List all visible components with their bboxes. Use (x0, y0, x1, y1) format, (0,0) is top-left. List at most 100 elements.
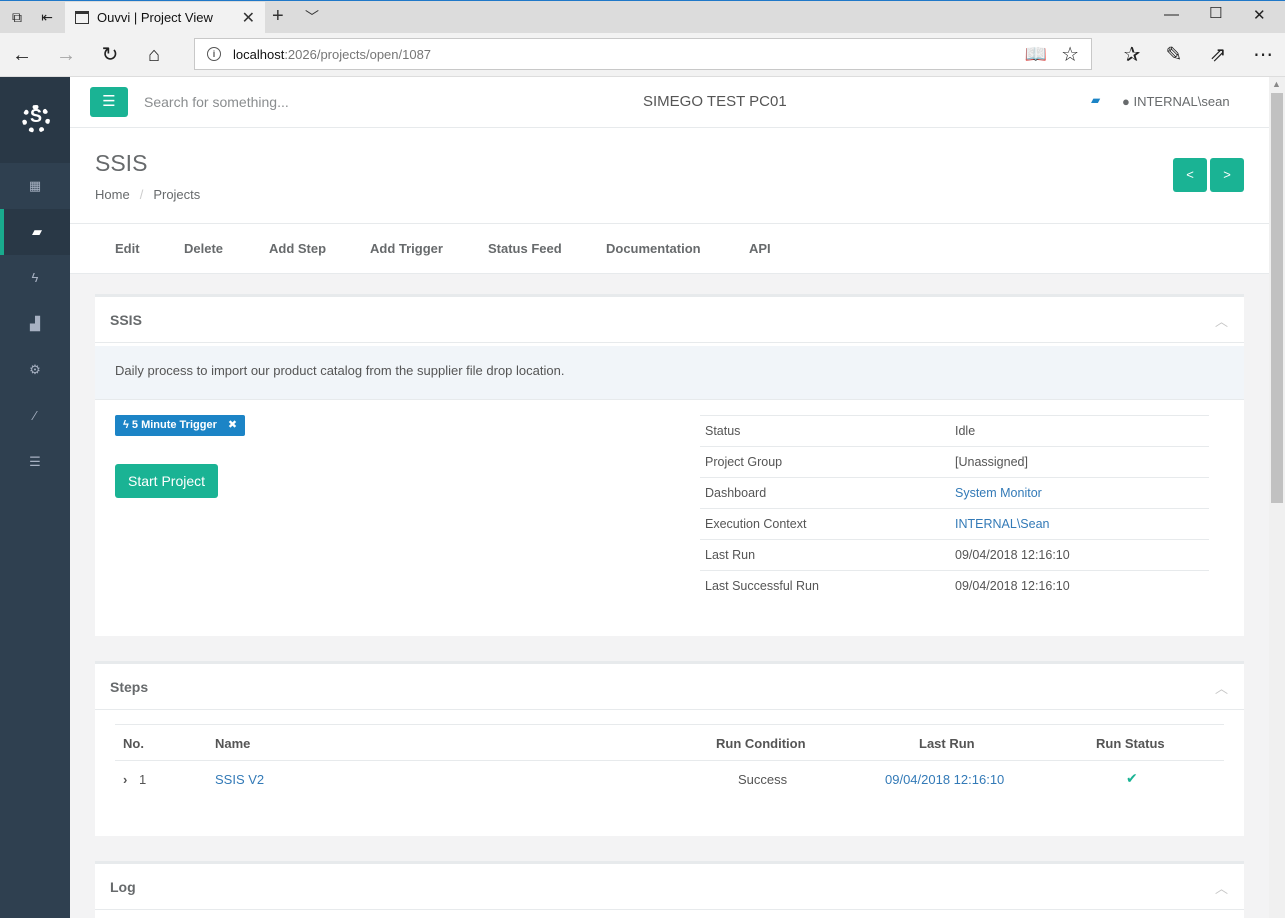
scroll-up-icon[interactable]: ▲ (1272, 79, 1281, 89)
property-row: Last Run 09/04/2018 12:16:10 (700, 540, 1209, 571)
user-menu[interactable]: ● INTERNAL\sean (1122, 94, 1230, 109)
sidebar-item-list[interactable]: ☰ (0, 439, 70, 485)
next-project-button[interactable]: > (1210, 158, 1244, 192)
collapse-chevron-up-icon[interactable]: ︿ (1215, 678, 1228, 697)
sidebar-item-settings[interactable]: ⚙ (0, 347, 70, 393)
bolt-icon: ϟ (123, 419, 129, 431)
bolt-icon: ϟ (31, 270, 39, 285)
sidebar-item-reports[interactable]: ▟ (0, 301, 70, 347)
start-project-button[interactable]: Start Project (115, 464, 219, 498)
forward-icon[interactable]: → (52, 41, 80, 69)
tab-manager-icon[interactable]: ⧉ (8, 8, 26, 26)
scrollbar-thumb[interactable] (1271, 93, 1283, 503)
documentation-book-icon[interactable]: ▰ (1091, 93, 1100, 107)
steps-panel: Steps ︿ No. Name Run Condition Last Run … (95, 661, 1244, 836)
sidebar-item-triggers[interactable]: ϟ (0, 255, 70, 301)
favorite-star-icon[interactable]: ☆ (1061, 42, 1079, 67)
search-input[interactable] (144, 91, 444, 113)
browser-nav-bar: ← → ↻ ⌂ i localhost:2026/projects/open/1… (0, 33, 1285, 77)
project-panel-header: SSIS ︿ (95, 297, 1244, 343)
grid-icon: ▦ (28, 178, 42, 193)
remove-trigger-icon[interactable]: ✖ (228, 419, 237, 431)
main-content: SSIS ︿ Daily process to import our produ… (70, 274, 1269, 918)
window-close-icon[interactable]: ✕ (1253, 6, 1266, 24)
breadcrumb-home[interactable]: Home (95, 187, 130, 202)
tab-title: Ouvvi | Project View (97, 10, 213, 25)
menu-status-feed[interactable]: Status Feed (488, 241, 562, 256)
tab-preview-chevron-icon[interactable]: ﹀ (305, 7, 319, 27)
project-panel: SSIS ︿ Daily process to import our produ… (95, 294, 1244, 636)
execution-context-link[interactable]: INTERNAL\Sean (955, 517, 1049, 531)
menu-api[interactable]: API (749, 241, 771, 256)
breadcrumb: Home / Projects (95, 187, 201, 202)
minimize-icon[interactable]: — (1164, 6, 1179, 23)
log-panel: Log ︿ (95, 861, 1244, 918)
trigger-label: 5 Minute Trigger (131, 419, 217, 431)
table-row[interactable]: › 1 SSIS V2 Success 09/04/2018 12:16:10 … (115, 761, 1224, 797)
home-icon[interactable]: ⌂ (140, 41, 168, 69)
set-tabs-aside-icon[interactable]: ⇤ (38, 8, 56, 26)
dashboard-link[interactable]: System Monitor (955, 486, 1042, 500)
menu-documentation[interactable]: Documentation (606, 241, 701, 256)
reading-view-icon[interactable]: 📖 (1025, 44, 1047, 65)
refresh-icon[interactable]: ↻ (96, 41, 124, 69)
book-icon: ▰ (32, 224, 42, 239)
tab-close-icon[interactable]: ✕ (242, 8, 255, 28)
prev-project-button[interactable]: < (1173, 158, 1207, 192)
property-row: Status Idle (700, 416, 1209, 447)
page-scrollbar[interactable]: ▲ (1269, 77, 1285, 918)
top-header: ☰ SIMEGO TEST PC01 ▰ ● INTERNAL\sean (70, 77, 1269, 128)
bar-chart-icon: ▟ (30, 316, 40, 331)
page-icon (75, 11, 89, 24)
back-icon[interactable]: ← (8, 41, 36, 69)
trigger-badge[interactable]: ϟ 5 Minute Trigger ✖ (115, 415, 246, 436)
collapse-chevron-up-icon[interactable]: ︿ (1215, 878, 1228, 897)
browser-tab[interactable]: Ouvvi | Project View ✕ (65, 2, 265, 34)
hamburger-icon: ☰ (102, 93, 116, 110)
project-menu: Edit Delete Add Step Add Trigger Status … (70, 224, 1269, 274)
project-description: Daily process to import our product cata… (95, 346, 1244, 400)
list-icon: ☰ (29, 454, 41, 469)
menu-add-trigger[interactable]: Add Trigger (370, 241, 443, 256)
sidebar: S ▦ ▰ ϟ ▟ ⚙ ⁄ ☰ (0, 77, 70, 918)
property-row: Execution Context INTERNAL\Sean (700, 509, 1209, 540)
breadcrumb-projects[interactable]: Projects (153, 187, 200, 202)
browser-tab-bar: ⧉ ⇤ Ouvvi | Project View ✕ + ﹀ — ☐ ✕ (0, 0, 1285, 34)
collapse-chevron-up-icon[interactable]: ︿ (1215, 311, 1228, 330)
property-row: Project Group [Unassigned] (700, 447, 1209, 478)
property-row: Dashboard System Monitor (700, 478, 1209, 509)
logo-s-icon: S (29, 106, 42, 126)
gears-icon: ⚙ (29, 362, 41, 377)
favorites-hub-icon[interactable]: ✰ (1118, 41, 1146, 69)
magic-wand-icon: ⁄ (33, 408, 37, 423)
share-icon[interactable]: ⇗ (1204, 41, 1232, 69)
check-icon: ✔ (1126, 770, 1138, 786)
menu-toggle-button[interactable]: ☰ (90, 87, 128, 117)
web-note-icon[interactable]: ✎ (1160, 41, 1188, 69)
step-name-link[interactable]: SSIS V2 (215, 772, 264, 787)
steps-panel-header: Steps ︿ (95, 664, 1244, 710)
expand-chevron-icon[interactable]: › (123, 772, 127, 787)
property-row: Last Successful Run 09/04/2018 12:16:10 (705, 579, 1070, 593)
menu-delete[interactable]: Delete (184, 241, 223, 256)
table-header: No. Name Run Condition Last Run Run Stat… (115, 725, 1224, 761)
menu-edit[interactable]: Edit (115, 241, 140, 256)
project-panel-title: SSIS (110, 312, 142, 328)
url-text[interactable]: localhost:2026/projects/open/1087 (233, 47, 431, 62)
logo[interactable]: S (0, 77, 70, 163)
address-bar[interactable]: i localhost:2026/projects/open/1087 📖 ☆ (194, 38, 1092, 70)
menu-add-step[interactable]: Add Step (269, 241, 326, 256)
project-properties: Status Idle Project Group [Unassigned] Das… (700, 415, 1209, 602)
sidebar-item-dashboard[interactable]: ▦ (0, 163, 70, 209)
log-panel-title: Log (110, 879, 136, 895)
log-panel-header: Log ︿ (95, 864, 1244, 910)
user-icon: ● (1122, 94, 1130, 109)
site-info-icon[interactable]: i (207, 47, 221, 61)
maximize-icon[interactable]: ☐ (1209, 4, 1222, 22)
sidebar-item-projects[interactable]: ▰ (0, 209, 70, 255)
steps-table: No. Name Run Condition Last Run Run Stat… (115, 724, 1224, 797)
new-tab-button[interactable]: + (272, 5, 284, 28)
step-last-run-link[interactable]: 09/04/2018 12:16:10 (885, 772, 1004, 787)
more-icon[interactable]: ⋯ (1249, 41, 1277, 69)
sidebar-item-wizard[interactable]: ⁄ (0, 393, 70, 439)
